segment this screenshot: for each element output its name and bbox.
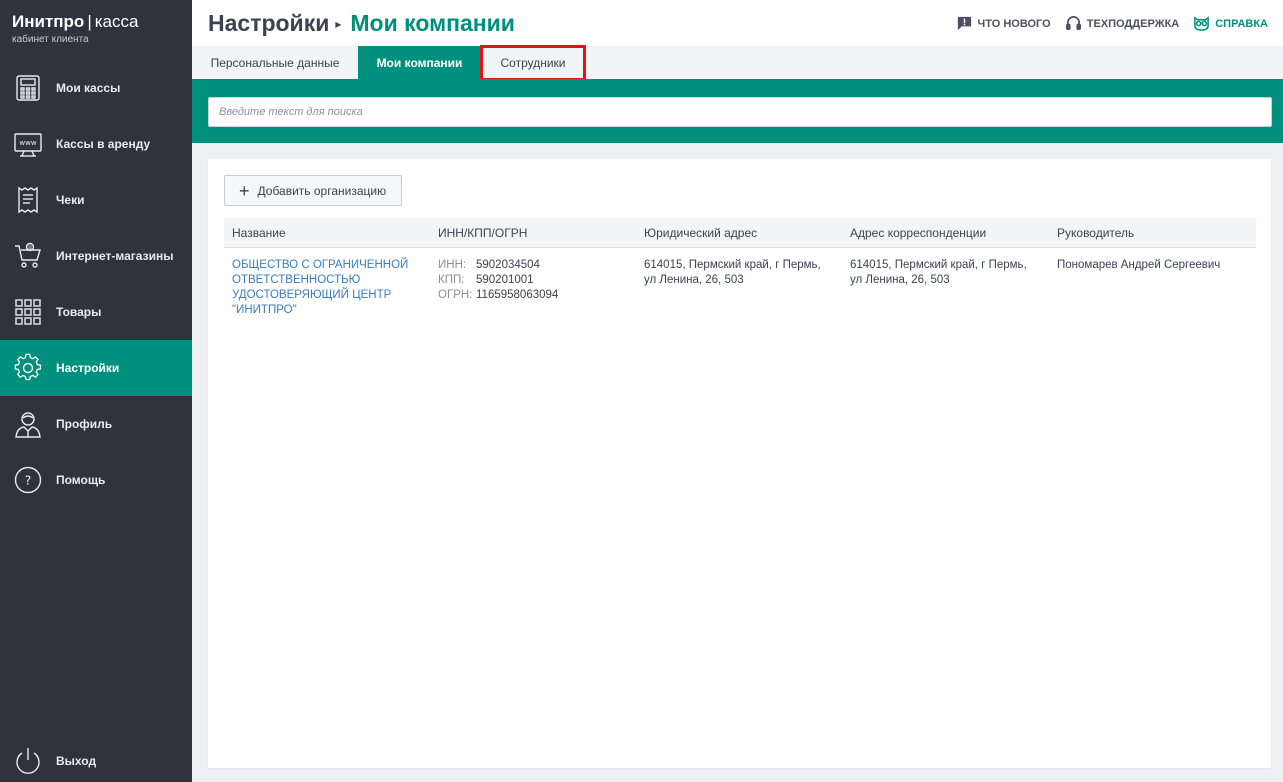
sidebar-item-label: Помощь [56,473,106,487]
receipt-icon [12,184,44,216]
search-input[interactable] [208,97,1272,127]
column-header-director[interactable]: Руководитель [1049,226,1256,240]
tab-my-companies[interactable]: Мои компании [358,46,481,79]
support-link[interactable]: ТЕХПОДДЕРЖКА [1065,15,1180,32]
whats-new-label: ЧТО НОВОГО [977,17,1051,30]
tab-employees[interactable]: Сотрудники [480,45,586,81]
sidebar-item-products[interactable]: Товары [0,284,192,340]
grid-icon [12,296,44,328]
company-name-line[interactable]: "ИНИТПРО" [232,303,430,318]
sidebar-item-my-registers[interactable]: Мои кассы [0,60,192,116]
tab-personal-data[interactable]: Персональные данные [192,46,358,79]
help-label: СПРАВКА [1215,17,1268,30]
page-title: Настройки ▸ Мои компании [208,10,515,37]
company-name-link[interactable]: ОБЩЕСТВО С ОГРАНИЧЕННОЙ ОТВЕТСТВЕННОСТЬЮ… [224,258,430,318]
add-organization-button[interactable]: + Добавить организацию [224,175,402,206]
sidebar-item-label: Кассы в аренду [56,137,151,151]
brand-separator: | [87,12,92,31]
legal-address-line: 614015, Пермский край, г Пермь, [644,259,821,271]
logout-label: Выход [56,754,97,768]
support-label: ТЕХПОДДЕРЖКА [1086,17,1180,30]
column-header-requisites[interactable]: ИНН/КПП/ОГРН [430,226,636,240]
breadcrumb-arrow-icon: ▸ [335,17,342,31]
kpp-value: 590201001 [476,274,534,286]
owl-icon [1194,16,1210,31]
brand-name: Инитпро [12,12,85,31]
sidebar-item-profile[interactable]: Профиль [0,396,192,452]
column-header-legal-address[interactable]: Юридический адрес [636,226,842,240]
header-links: ЧТО НОВОГО ТЕХПОДДЕРЖКА СПРАВКА [956,15,1268,32]
header: Настройки ▸ Мои компании ЧТО НОВОГО ТЕХПОД… [192,0,1283,46]
company-director: Пономарев Андрей Сергеевич [1057,259,1221,271]
companies-panel: + Добавить организацию Название ИНН/КПП/… [208,159,1271,768]
logout-button[interactable]: Выход [12,743,96,779]
power-icon [12,745,44,777]
sidebar: Инитпро | касса кабинет клиента Мои кассы … [0,0,192,782]
sidebar-item-rent-registers[interactable]: www Кассы в аренду [0,116,192,172]
announcement-icon [957,16,971,31]
shopping-cart-icon: @ [12,240,44,272]
companies-table: Название ИНН/КПП/ОГРН Юридический адрес … [224,218,1256,318]
kpp-label: КПП: [438,274,465,286]
company-name-line[interactable]: ОТВЕТСТВЕННОСТЬЮ [232,273,430,288]
column-header-name[interactable]: Название [224,226,430,240]
sidebar-item-online-stores[interactable]: @ Интернет-магазины [0,228,192,284]
sidebar-nav: Мои кассы www Кассы в аренду Чеки @ Инте… [0,60,192,508]
inn-value: 5902034504 [476,259,540,271]
company-legal-address: 614015, Пермский край, г Пермь, ул Ленин… [636,258,842,318]
sidebar-item-label: Мои кассы [56,81,121,95]
sidebar-item-label: Интернет-магазины [56,249,174,263]
search-bar [192,79,1283,143]
brand-logo[interactable]: Инитпро | касса кабинет клиента [12,12,138,45]
ogrn-value: 1165958063094 [476,289,559,301]
table-row[interactable]: ОБЩЕСТВО С ОГРАНИЧЕННОЙ ОТВЕТСТВЕННОСТЬЮ… [224,248,1256,318]
company-mail-address: 614015, Пермский край, г Пермь, ул Ленин… [842,258,1049,318]
svg-text:?: ? [25,474,31,488]
help-link[interactable]: СПРАВКА [1193,15,1268,32]
brand-subtitle: кабинет клиента [12,34,89,45]
question-icon: ? [12,464,44,496]
plus-icon: + [239,180,250,201]
company-name-line[interactable]: ОБЩЕСТВО С ОГРАНИЧЕННОЙ [232,258,430,273]
www-monitor-icon: www [12,128,44,160]
table-header: Название ИНН/КПП/ОГРН Юридический адрес … [224,218,1256,248]
company-requisites: ИНН: 5902034504 КПП: 590201001 ОГРН: 116595… [430,258,636,318]
sidebar-item-label: Чеки [56,193,85,207]
breadcrumb-current: Мои компании [350,10,515,36]
ogrn-label: ОГРН: [438,289,473,301]
sidebar-item-label: Настройки [56,361,120,375]
company-name-line[interactable]: УДОСТОВЕРЯЮЩИЙ ЦЕНТР [232,288,430,303]
brand-product: касса [94,12,139,31]
column-header-mail-address[interactable]: Адрес корреспонденции [842,226,1049,240]
add-organization-label: Добавить организацию [257,183,387,198]
mail-address-line: ул Ленина, 26, 503 [850,274,950,286]
sidebar-item-settings[interactable]: Настройки [0,340,192,396]
svg-text:www: www [19,139,36,147]
settings-tabs: Персональные данные Мои компании Сотрудн… [192,45,1283,81]
breadcrumb-parent[interactable]: Настройки [208,10,329,36]
sidebar-item-label: Профиль [56,417,113,431]
cash-register-icon [12,72,44,104]
gear-icon [12,352,44,384]
user-icon [12,408,44,440]
svg-text:@: @ [28,245,33,251]
sidebar-item-help[interactable]: ? Помощь [0,452,192,508]
sidebar-item-receipts[interactable]: Чеки [0,172,192,228]
legal-address-line: ул Ленина, 26, 503 [644,274,744,286]
sidebar-item-label: Товары [56,305,102,319]
whats-new-link[interactable]: ЧТО НОВОГО [956,15,1051,32]
mail-address-line: 614015, Пермский край, г Пермь, [850,259,1027,271]
headset-icon [1065,16,1081,31]
inn-label: ИНН: [438,259,467,271]
